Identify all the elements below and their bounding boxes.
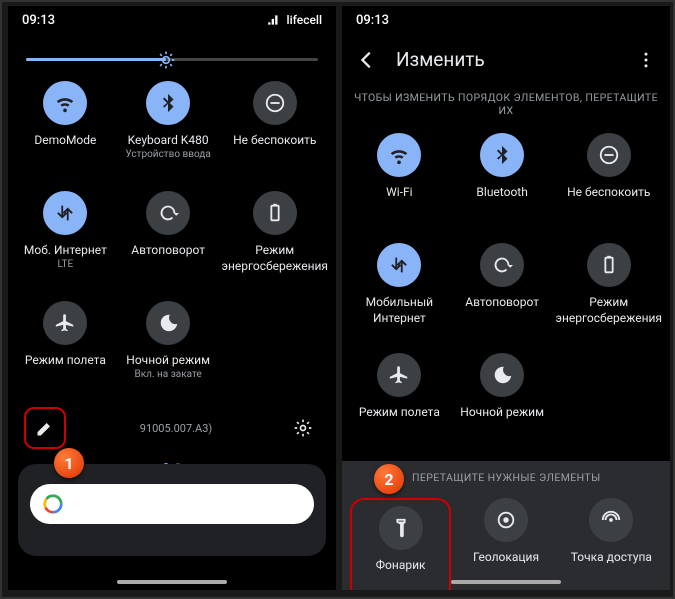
home-search-panel: [18, 464, 326, 556]
brightness-icon: [156, 50, 176, 70]
dnd-icon: [598, 144, 620, 166]
carrier-label: lifecell: [287, 13, 322, 27]
tile-airplane[interactable]: Режим полета: [350, 353, 449, 439]
tile-label: Автоповорот: [131, 243, 205, 259]
edit-button-highlight: [24, 407, 66, 449]
bluetooth-icon: [157, 92, 179, 114]
tile-label: Wi-Fi: [386, 185, 412, 201]
wifi-icon: [388, 144, 410, 166]
tile-data[interactable]: Мобильный Интернет: [350, 243, 449, 329]
airplane-icon: [388, 364, 410, 386]
tile-label: Режим полета: [25, 353, 106, 369]
settings-button[interactable]: [286, 411, 320, 445]
tile-label: Режим энергосбережения: [222, 243, 329, 274]
tile-rotate[interactable]: Автоповорот: [119, 191, 218, 277]
tile-flashlight[interactable]: Фонарик: [356, 506, 445, 590]
tile-wifi[interactable]: DemoMode: [16, 81, 115, 167]
edit-button[interactable]: [28, 411, 62, 445]
airplane-icon: [54, 312, 76, 334]
tile-airplane[interactable]: Режим полета: [16, 301, 115, 387]
moon-icon: [491, 364, 513, 386]
tile-label: Не беспокоить: [233, 133, 316, 149]
flashlight-highlight: Фонарик: [350, 498, 451, 590]
tile-label: Ночной режим: [126, 353, 210, 369]
tile-moon[interactable]: Ночной режим Вкл. на закате: [119, 301, 218, 387]
pencil-icon: [35, 418, 55, 438]
flashlight-icon: [390, 517, 412, 539]
tile-battery[interactable]: Режим энергосбережения: [222, 191, 329, 277]
tile-label: Режим энергосбережения: [556, 295, 663, 326]
app-bar: Изменить: [342, 34, 670, 81]
data-icon: [54, 202, 76, 224]
tile-sublabel: Вкл. на закате: [135, 369, 202, 380]
tile-label: Автоповорот: [465, 295, 539, 311]
tile-label: Фонарик: [376, 558, 426, 574]
tile-rotate[interactable]: Автоповорот: [453, 243, 552, 329]
step-badge-2: 2: [374, 464, 404, 494]
tile-sublabel: LTE: [58, 259, 74, 270]
page-title: Изменить: [396, 48, 618, 71]
tile-label: Keyboard K480: [128, 133, 209, 149]
search-bar[interactable]: [30, 484, 314, 524]
tile-hotspot[interactable]: Точка доступа: [561, 498, 662, 590]
battery-icon: [598, 254, 620, 276]
back-button[interactable]: [356, 49, 378, 71]
location-icon: [495, 509, 517, 531]
tile-label: Точка доступа: [571, 550, 652, 566]
tile-data[interactable]: Моб. Интернет LTE: [16, 191, 115, 277]
step-badge-1: 1: [54, 448, 84, 478]
tile-label: Bluetooth: [476, 185, 527, 201]
gesture-bar[interactable]: [117, 580, 227, 584]
clock: 09:13: [356, 13, 389, 28]
hotspot-icon: [600, 509, 622, 531]
tile-bluetooth[interactable]: Keyboard K480 Устройство ввода: [119, 81, 218, 167]
rotate-icon: [157, 202, 179, 224]
dnd-icon: [264, 92, 286, 114]
tile-location[interactable]: Геолокация: [455, 498, 556, 590]
tile-label: DemoMode: [34, 133, 96, 149]
quick-settings-screen: 09:13 lifecell DemoMode Keyboard K480 Ус…: [8, 6, 336, 590]
tile-dnd[interactable]: Не беспокоить: [556, 133, 663, 219]
tile-label: Мобильный Интернет: [350, 295, 449, 326]
rotate-icon: [491, 254, 513, 276]
google-logo-icon: [42, 493, 64, 515]
tile-sublabel: Устройство ввода: [125, 149, 210, 160]
tile-label: Моб. Интернет: [24, 243, 107, 259]
wifi-icon: [54, 92, 76, 114]
battery-icon: [264, 202, 286, 224]
build-number: 91005.007.A3): [66, 422, 286, 435]
brightness-slider[interactable]: [8, 34, 336, 71]
tile-label: Не беспокоить: [567, 185, 650, 201]
tile-label: Ночной режим: [460, 405, 544, 421]
tile-label: Геолокация: [473, 550, 539, 566]
edit-tiles-screen: 09:13 Изменить ЧТОБЫ ИЗМЕНИТЬ ПОРЯДОК ЭЛ…: [342, 6, 670, 590]
tile-label: Режим полета: [359, 405, 440, 421]
gesture-bar[interactable]: [451, 580, 561, 584]
tile-dnd[interactable]: Не беспокоить: [222, 81, 329, 167]
qs-footer: 91005.007.A3): [8, 401, 336, 455]
status-bar: 09:13: [342, 6, 670, 34]
more-button[interactable]: [636, 50, 656, 70]
clock: 09:13: [22, 13, 55, 28]
data-icon: [388, 254, 410, 276]
back-icon: [356, 49, 378, 71]
more-icon: [636, 50, 656, 70]
tile-wifi[interactable]: Wi-Fi: [350, 133, 449, 219]
tile-battery[interactable]: Режим энергосбережения: [556, 243, 663, 329]
status-bar: 09:13 lifecell: [8, 6, 336, 34]
moon-icon: [157, 312, 179, 334]
signal-icon: [267, 13, 281, 27]
bluetooth-icon: [491, 144, 513, 166]
gear-icon: [293, 418, 313, 438]
tile-moon[interactable]: Ночной режим: [453, 353, 552, 439]
tile-bluetooth[interactable]: Bluetooth: [453, 133, 552, 219]
reorder-hint: ЧТОБЫ ИЗМЕНИТЬ ПОРЯДОК ЭЛЕМЕНТОВ, ПЕРЕТА…: [342, 81, 670, 123]
